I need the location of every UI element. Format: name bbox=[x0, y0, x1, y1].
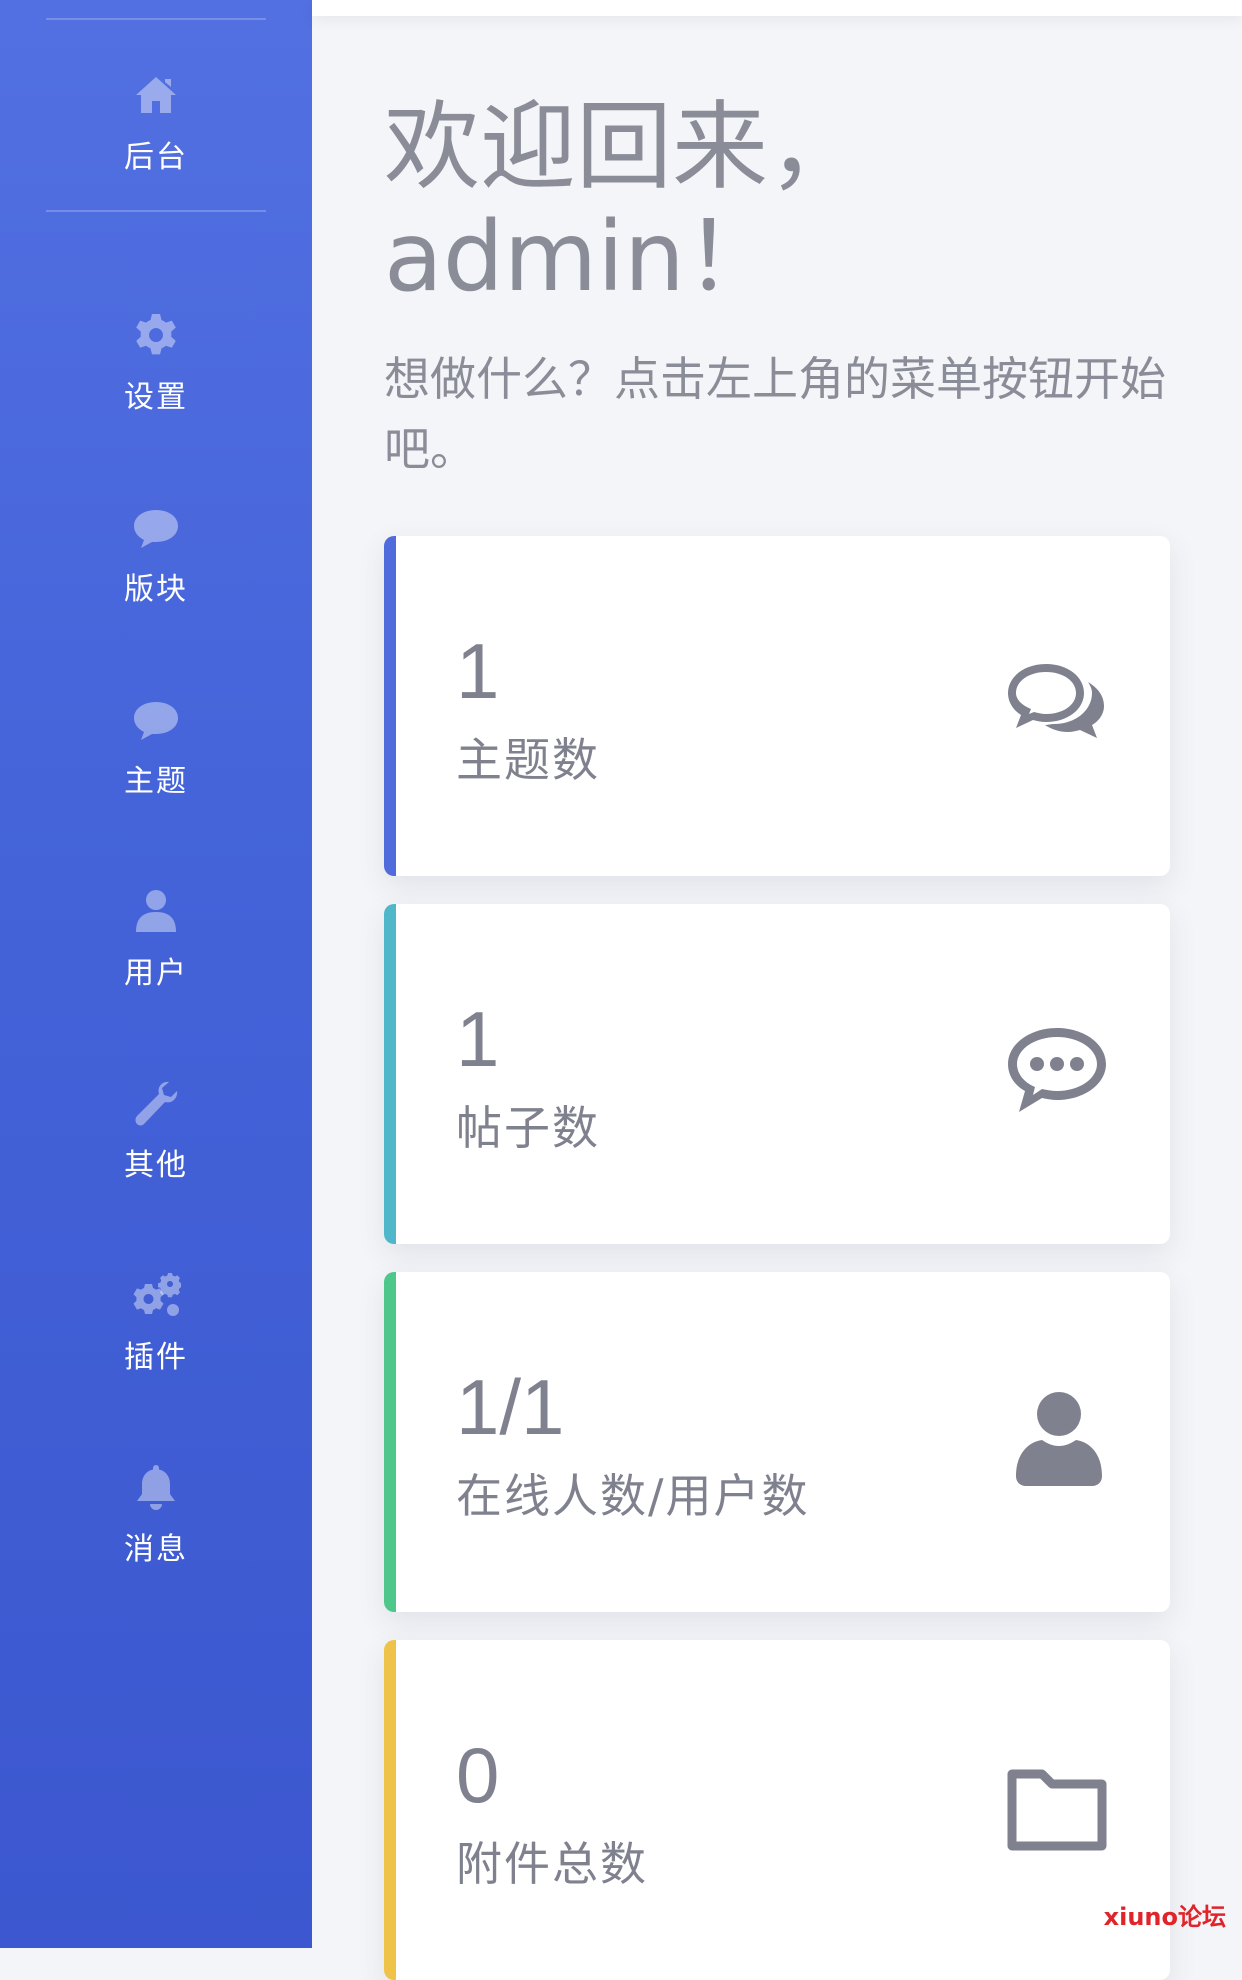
stat-card-online-users: 1/1 在线人数/用户数 bbox=[384, 1272, 1170, 1612]
user-icon bbox=[1002, 1384, 1112, 1494]
main-content: 欢迎回来， admin！ 想做什么？点击左上角的菜单按钮开始吧。 1 主题数 1… bbox=[312, 0, 1242, 1980]
page-title: 欢迎回来， admin！ bbox=[384, 92, 1204, 312]
sidebar-item-label: 后台 bbox=[124, 140, 188, 175]
sidebar-item-forums[interactable]: 版块 bbox=[0, 502, 312, 632]
card-accent-bar bbox=[384, 536, 396, 876]
sidebar-divider bbox=[46, 210, 266, 212]
sidebar-item-settings[interactable]: 设置 bbox=[0, 310, 312, 440]
stat-card-attachments: 0 附件总数 bbox=[384, 1640, 1170, 1980]
sidebar-item-dashboard[interactable]: 后台 bbox=[0, 70, 312, 200]
stat-value: 1 bbox=[456, 627, 500, 715]
sidebar-item-plugins[interactable]: 插件 bbox=[0, 1270, 312, 1400]
sidebar-item-users[interactable]: 用户 bbox=[0, 886, 312, 1016]
comments-icon bbox=[1002, 648, 1112, 758]
comment-dots-icon bbox=[1002, 1016, 1112, 1126]
stat-value: 0 bbox=[456, 1731, 500, 1819]
stat-card-threads: 1 主题数 bbox=[384, 536, 1170, 876]
watermark-logo: xiuno论坛 bbox=[1103, 1903, 1226, 1931]
chat-bubble-icon bbox=[131, 502, 181, 552]
card-accent-bar bbox=[384, 1640, 396, 1980]
stat-caption: 帖子数 bbox=[456, 1101, 600, 1155]
stat-value: 1 bbox=[456, 995, 500, 1083]
bell-icon bbox=[131, 1462, 181, 1512]
welcome-line: 欢迎回来， bbox=[384, 91, 864, 203]
page-subtitle: 想做什么？点击左上角的菜单按钮开始吧。 bbox=[384, 352, 1166, 476]
sidebar-divider-top bbox=[46, 18, 266, 20]
sidebar-item-messages[interactable]: 消息 bbox=[0, 1462, 312, 1592]
sidebar-item-label: 版块 bbox=[124, 572, 188, 607]
sidebar-item-label: 主题 bbox=[124, 764, 188, 799]
welcome-username: admin！ bbox=[384, 201, 781, 313]
stat-card-posts: 1 帖子数 bbox=[384, 904, 1170, 1244]
stat-caption: 附件总数 bbox=[456, 1837, 648, 1891]
gears-icon bbox=[131, 1270, 182, 1320]
gear-icon bbox=[131, 310, 181, 360]
stat-caption: 主题数 bbox=[456, 733, 600, 787]
sidebar-item-label: 设置 bbox=[124, 380, 188, 415]
stat-caption: 在线人数/用户数 bbox=[456, 1469, 810, 1523]
sidebar: 后台 设置 版块 主题 用户 其他 插件 消息 bbox=[0, 0, 312, 1948]
home-icon bbox=[131, 70, 181, 120]
wrench-icon bbox=[131, 1078, 181, 1128]
sidebar-item-label: 消息 bbox=[124, 1532, 188, 1567]
chat-bubble-icon bbox=[131, 694, 181, 744]
top-bar bbox=[312, 0, 1242, 16]
sidebar-item-other[interactable]: 其他 bbox=[0, 1078, 312, 1208]
sidebar-item-label: 用户 bbox=[124, 956, 188, 991]
stat-value: 1/1 bbox=[456, 1363, 565, 1451]
card-accent-bar bbox=[384, 1272, 396, 1612]
sidebar-item-label: 其他 bbox=[124, 1148, 188, 1183]
sidebar-item-label: 插件 bbox=[124, 1340, 188, 1375]
user-icon bbox=[131, 886, 181, 936]
sidebar-item-threads[interactable]: 主题 bbox=[0, 694, 312, 824]
folder-icon bbox=[1002, 1752, 1112, 1862]
card-accent-bar bbox=[384, 904, 396, 1244]
